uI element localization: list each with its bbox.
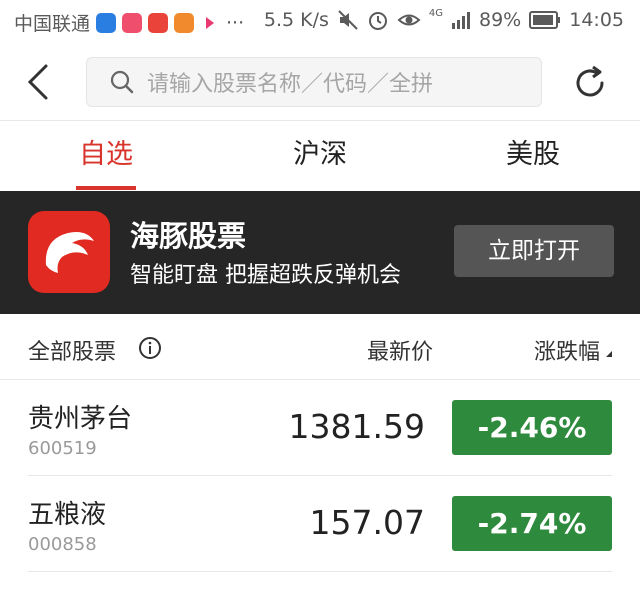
- top-bar: 请输入股票名称／代码／全拼: [0, 44, 640, 120]
- refresh-icon[interactable]: [571, 64, 609, 102]
- network-type-label: 4G: [428, 7, 443, 19]
- arrow-app-icon: [200, 12, 221, 33]
- stock-row[interactable]: 五粮液 000858 157.07 -2.74%: [0, 476, 640, 571]
- header-latest-price[interactable]: 最新价: [367, 334, 433, 366]
- tab-shanghai-shenzhen[interactable]: 沪深: [260, 121, 380, 191]
- heart-app-icon: [122, 12, 143, 33]
- search-input[interactable]: 请输入股票名称／代码／全拼: [86, 57, 542, 107]
- back-arrow-icon[interactable]: [22, 62, 58, 102]
- dolphin-app-logo: [28, 211, 110, 293]
- tab-us-stocks[interactable]: 美股: [473, 121, 593, 191]
- shield-app-icon: [96, 12, 117, 33]
- battery-icon: [529, 11, 561, 29]
- market-tabs: 自选 沪深 美股: [0, 121, 640, 191]
- status-bar: 中国联通 ··· 5.5 K/s 4G 89% 14:05: [0, 0, 640, 44]
- signal-icon: [452, 12, 470, 29]
- open-app-button[interactable]: 立即打开: [454, 225, 614, 277]
- clock-label: 14:05: [569, 9, 624, 31]
- header-all-stocks: 全部股票: [28, 340, 117, 365]
- active-tab-indicator: [76, 186, 136, 190]
- stock-price: 1381.59: [288, 407, 425, 446]
- stock-row[interactable]: 贵州茅台 600519 1381.59 -2.46%: [0, 380, 640, 475]
- status-right: 5.5 K/s 4G 89% 14:05: [263, 7, 624, 32]
- alarm-icon: [368, 12, 387, 30]
- promo-banner[interactable]: 海豚股票 智能盯盘 把握超跌反弹机会 立即打开: [0, 191, 640, 314]
- carrier-label: 中国联通: [14, 13, 91, 35]
- search-icon: [110, 70, 134, 94]
- stock-name: 贵州茅台: [28, 404, 133, 434]
- sort-icon[interactable]: [606, 351, 612, 357]
- dolphin-icon: [45, 232, 94, 273]
- banner-subtitle: 智能盯盘 把握超跌反弹机会: [130, 263, 401, 288]
- stock-name: 五粮液: [28, 500, 107, 530]
- eye-icon: [397, 14, 421, 26]
- search-placeholder: 请输入股票名称／代码／全拼: [147, 72, 434, 97]
- stock-code: 000858: [28, 534, 97, 555]
- mute-icon: [338, 10, 358, 30]
- tab-watchlist[interactable]: 自选: [46, 121, 166, 191]
- status-left: 中国联通 ···: [14, 9, 244, 36]
- more-notifications-label: ···: [226, 11, 245, 34]
- stock-code: 600519: [28, 438, 97, 459]
- banner-title: 海豚股票: [130, 219, 247, 253]
- battery-percent-label: 89%: [479, 9, 522, 31]
- stock-change-badge[interactable]: -2.46%: [452, 400, 612, 455]
- stock-change-badge[interactable]: -2.74%: [452, 496, 612, 551]
- red-app-icon: [148, 12, 169, 33]
- network-speed-label: 5.5 K/s: [263, 9, 329, 31]
- header-change-percent[interactable]: 涨跌幅: [534, 334, 600, 366]
- list-header: 全部股票 最新价 涨跌幅: [0, 314, 640, 380]
- stock-price: 157.07: [309, 503, 425, 542]
- row-divider: [28, 571, 612, 572]
- orange-app-icon: [174, 12, 195, 33]
- info-icon[interactable]: [138, 336, 162, 360]
